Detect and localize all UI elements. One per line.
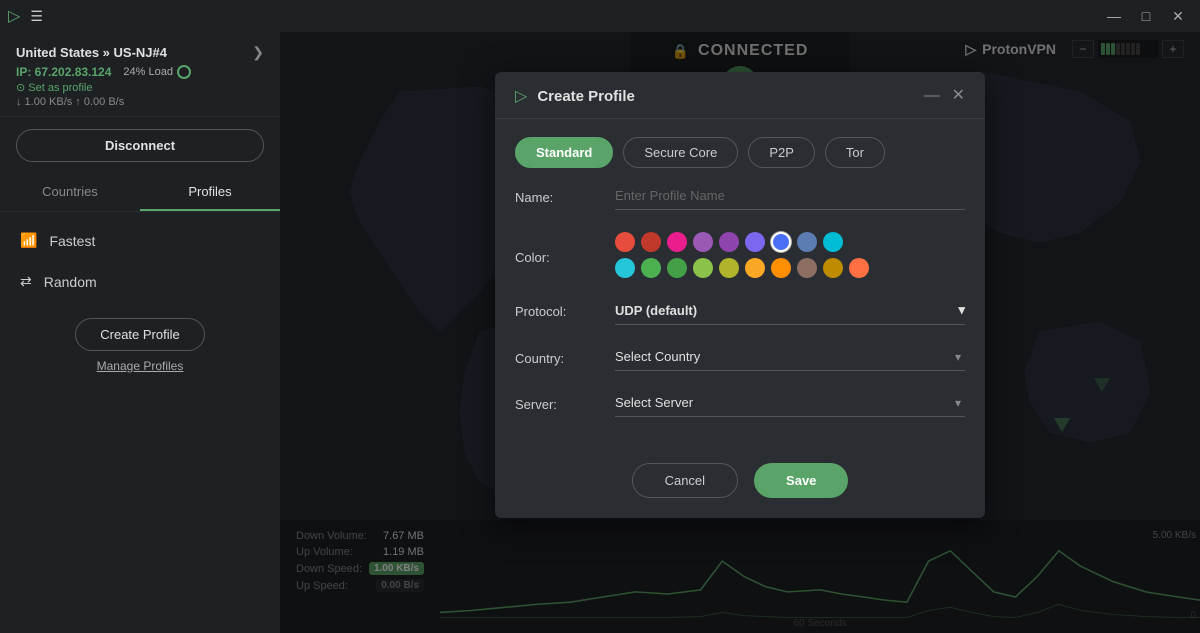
app-logo-icon: ▷ (8, 6, 20, 26)
restore-button[interactable]: □ (1132, 5, 1160, 27)
server-select[interactable]: Select Server (615, 389, 965, 417)
color-row: Color: (515, 228, 965, 278)
color-dot-row1-2[interactable] (667, 232, 687, 252)
color-label: Color: (515, 242, 595, 265)
disconnect-button[interactable]: Disconnect (16, 129, 264, 162)
dialog-title: Create Profile (537, 88, 635, 105)
server-load: 24% Load (123, 65, 191, 79)
dialog-title-row: ▷ Create Profile (515, 86, 635, 106)
modal-overlay: ▷ Create Profile — ✕ Standard Secure Cor… (280, 32, 1200, 633)
server-select-wrapper: Select Server ▾ (615, 389, 965, 417)
color-dot-row1-7[interactable] (797, 232, 817, 252)
random-icon: ⇄ (20, 273, 32, 290)
color-row-2 (615, 258, 965, 278)
server-field: Select Server ▾ (615, 389, 965, 417)
color-dot-row2-0[interactable] (615, 258, 635, 278)
chevron-icon[interactable]: ❯ (252, 44, 264, 61)
connection-info: United States » US-NJ#4 ❯ (16, 44, 264, 61)
create-profile-sidebar-button[interactable]: Create Profile (75, 318, 204, 351)
color-dot-row1-4[interactable] (719, 232, 739, 252)
create-profile-dialog: ▷ Create Profile — ✕ Standard Secure Cor… (495, 72, 985, 518)
country-select[interactable]: Select Country (615, 343, 965, 371)
ip-address: IP: 67.202.83.124 (16, 65, 111, 79)
color-dot-row2-7[interactable] (797, 258, 817, 278)
name-input[interactable] (615, 182, 965, 210)
server-name: United States » US-NJ#4 (16, 45, 167, 60)
profile-tab-secure-core[interactable]: Secure Core (623, 137, 738, 168)
name-field (615, 182, 965, 210)
window-controls: — □ ✕ (1100, 5, 1192, 27)
profile-tab-p2p[interactable]: P2P (748, 137, 815, 168)
color-dot-row1-0[interactable] (615, 232, 635, 252)
dialog-header-controls: — ✕ (924, 88, 965, 104)
server-label: Server: (515, 389, 595, 412)
hamburger-icon[interactable]: ☰ (30, 8, 43, 25)
protocol-field: UDP (default) ▾ (615, 296, 965, 325)
profile-tab-standard[interactable]: Standard (515, 137, 613, 168)
dialog-close-button[interactable]: ✕ (952, 88, 965, 104)
profile-type-tabs: Standard Secure Core P2P Tor (495, 119, 985, 182)
server-row: Server: Select Server ▾ (515, 389, 965, 417)
protocol-label: Protocol: (515, 296, 595, 319)
close-button[interactable]: ✕ (1164, 5, 1192, 27)
sidebar-tabs: Countries Profiles (0, 174, 280, 212)
sidebar-item-random[interactable]: ⇄ Random (0, 261, 280, 302)
color-dot-row2-8[interactable] (823, 258, 843, 278)
color-dot-row2-2[interactable] (667, 258, 687, 278)
sidebar-header: United States » US-NJ#4 ❯ IP: 67.202.83.… (0, 32, 280, 117)
dialog-minimize-button[interactable]: — (924, 88, 940, 104)
color-dot-row2-4[interactable] (719, 258, 739, 278)
protocol-arrow-icon: ▾ (958, 302, 965, 318)
color-dot-row1-6[interactable] (771, 232, 791, 252)
minimize-button[interactable]: — (1100, 5, 1128, 27)
protocol-value[interactable]: UDP (default) ▾ (615, 296, 965, 325)
profile-tab-tor[interactable]: Tor (825, 137, 885, 168)
fastest-label: Fastest (49, 233, 95, 249)
tab-countries[interactable]: Countries (0, 174, 140, 211)
dialog-header: ▷ Create Profile — ✕ (495, 72, 985, 119)
color-dot-row2-5[interactable] (745, 258, 765, 278)
dialog-logo-icon: ▷ (515, 86, 527, 106)
color-dot-row2-9[interactable] (849, 258, 869, 278)
color-dot-row2-1[interactable] (641, 258, 661, 278)
country-row: Country: Select Country ▾ (515, 343, 965, 371)
set-as-profile-link[interactable]: ⊙ Set as profile (16, 81, 264, 94)
country-field: Select Country ▾ (615, 343, 965, 371)
titlebar-left: ▷ ☰ (8, 6, 43, 26)
color-dot-row1-5[interactable] (745, 232, 765, 252)
speed-display: ↓ 1.00 KB/s ↑ 0.00 B/s (16, 96, 264, 108)
sidebar-item-fastest[interactable]: 📶 Fastest (0, 220, 280, 261)
color-picker (615, 228, 965, 278)
tab-profiles[interactable]: Profiles (140, 174, 280, 211)
color-dot-row1-1[interactable] (641, 232, 661, 252)
name-row: Name: (515, 182, 965, 210)
sidebar: United States » US-NJ#4 ❯ IP: 67.202.83.… (0, 32, 280, 633)
main-content: 🔒 CONNECTED ⌂ ▷ ProtonVPN − + (280, 32, 1200, 633)
manage-profiles-link[interactable]: Manage Profiles (97, 359, 184, 373)
protocol-row: Protocol: UDP (default) ▾ (515, 296, 965, 325)
titlebar: ▷ ☰ — □ ✕ (0, 0, 1200, 32)
color-dot-row1-3[interactable] (693, 232, 713, 252)
load-circle-icon (177, 65, 191, 79)
name-label: Name: (515, 182, 595, 205)
cancel-button[interactable]: Cancel (632, 463, 738, 498)
color-row-1 (615, 232, 965, 252)
protocol-select-wrapper: UDP (default) ▾ (615, 296, 965, 325)
dialog-footer: Cancel Save (495, 451, 985, 518)
ip-row: IP: 67.202.83.124 24% Load (16, 65, 264, 79)
country-label: Country: (515, 343, 595, 366)
color-dot-row2-3[interactable] (693, 258, 713, 278)
dialog-form: Name: Color: Protocol: (495, 182, 985, 451)
country-select-wrapper: Select Country ▾ (615, 343, 965, 371)
color-dot-row2-6[interactable] (771, 258, 791, 278)
save-button[interactable]: Save (754, 463, 848, 498)
color-dot-row1-8[interactable] (823, 232, 843, 252)
create-profile-area: Create Profile Manage Profiles (0, 318, 280, 373)
fastest-icon: 📶 (20, 232, 37, 249)
random-label: Random (44, 274, 97, 290)
